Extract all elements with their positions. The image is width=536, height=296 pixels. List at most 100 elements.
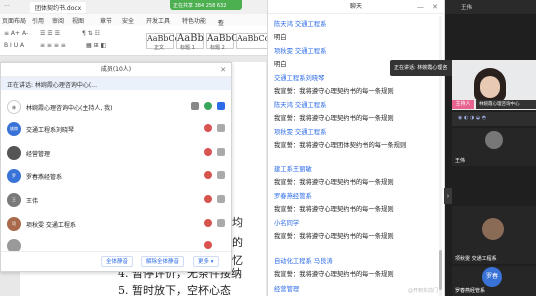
- mic-muted-icon[interactable]: [204, 148, 212, 156]
- avatar: 项: [7, 217, 21, 231]
- chat-message: 我宣誓：我将遵守心理契约书的每一条规则: [274, 271, 394, 278]
- mic-muted-icon[interactable]: [204, 124, 212, 132]
- chat-message: 我宣誓：我将遵守心理契约书的每一条规则: [274, 179, 394, 186]
- document-tab[interactable]: 团体契约书.docx: [30, 2, 87, 13]
- member-name: 王伟: [26, 198, 39, 205]
- members-header: 成员(10人) ✕: [1, 63, 231, 77]
- border-icon[interactable]: ▦ ⊞ ◧: [86, 42, 106, 49]
- menu-layout[interactable]: 页面布局: [2, 16, 26, 25]
- chevron-right-icon[interactable]: ›: [444, 188, 452, 204]
- chat-message: 我宣誓：我将遵守心理契约书的每一条规则: [274, 88, 394, 95]
- gallery-toolbar[interactable]: ◉ ◐ ◑ ◒ ◓: [452, 112, 536, 126]
- member-name: 交通工程系刘晓琴: [26, 127, 75, 134]
- ribbon-menu: 页面布局 引用 审阅 视图 章节 安全 开发工具 特色功能 ⌕查找: [0, 14, 270, 36]
- close-icon[interactable]: ✕: [432, 0, 438, 14]
- camera-off-icon[interactable]: [217, 124, 225, 132]
- gallery-top-label: 王伟: [461, 5, 473, 11]
- chat-sender: 陈天鸿 交通工程系: [274, 102, 327, 109]
- chat-sender: 建工系王丽敏: [274, 166, 312, 173]
- camera-off-icon[interactable]: [217, 219, 225, 227]
- avatar: 王: [7, 193, 21, 207]
- avatar: [485, 131, 503, 149]
- members-title: 成员(10人): [100, 66, 132, 73]
- video-tile[interactable]: 项秋雯 交通工程系: [452, 206, 536, 264]
- doc-side-char-2: 的: [232, 236, 243, 249]
- member-name: 经营管理: [26, 151, 51, 158]
- mic-muted-icon[interactable]: [204, 219, 212, 227]
- minimize-icon[interactable]: —: [417, 0, 424, 14]
- screen-share-icon[interactable]: [191, 102, 199, 110]
- menu-features[interactable]: 特色功能: [182, 16, 206, 25]
- camera-off-icon[interactable]: [217, 195, 225, 203]
- avatar: [482, 218, 504, 240]
- video-tile[interactable]: 王伟: [452, 128, 536, 166]
- member-row[interactable]: 经营管理: [1, 142, 231, 164]
- more-button[interactable]: 更多 ▾: [193, 256, 219, 267]
- tile-name: 罗春燕经管系: [455, 288, 486, 294]
- list-icon[interactable]: ☰ ☰ ☰: [40, 30, 60, 37]
- toolbar-icons[interactable]: ◉ ◐ ◑ ◒ ◓: [458, 115, 486, 121]
- share-indicator[interactable]: 正在共享 384 258 632: [170, 0, 242, 10]
- host-tag: 主持人: [452, 100, 474, 109]
- mute-all-button[interactable]: 全体静音: [101, 256, 134, 267]
- member-row[interactable]: 罗 罗春燕经管系: [1, 165, 231, 187]
- chat-sender: 项秋雯 交通工程系: [274, 48, 327, 55]
- align-icon[interactable]: ≡ ≡ ≡ ≡: [40, 42, 66, 49]
- chat-sender: 交通工程系刘晓琴: [274, 75, 325, 82]
- member-row[interactable]: 姚赫 交通工程系刘晓琴: [1, 118, 231, 140]
- chat-message: 明白: [274, 61, 287, 68]
- font-format-icon[interactable]: B I U A: [4, 42, 24, 49]
- avatar: 姚赫: [7, 122, 21, 136]
- menu-review[interactable]: 审阅: [52, 16, 64, 25]
- close-icon[interactable]: ✕: [220, 63, 226, 77]
- style-normal-label: 正文: [154, 45, 165, 51]
- speaking-tooltip: 正在讲话: 林婉霞心理咨: [390, 60, 460, 76]
- video-tile[interactable]: 罗春 罗春燕经管系: [452, 266, 536, 296]
- member-row[interactable]: 林 林婉霞心理咨询中心(主持人, 我): [1, 96, 231, 118]
- chat-message: 我宣誓：我将遵守心理契约书的每一条规则: [274, 115, 394, 122]
- format-icon[interactable]: ≡ A+ A-: [4, 30, 28, 37]
- paragraph-icon[interactable]: ¶ ⇅ ☷: [82, 30, 100, 37]
- style-heading3[interactable]: AaBbCc: [236, 33, 269, 49]
- avatar: 林: [7, 100, 21, 114]
- chat-message: 明白: [274, 34, 287, 41]
- menu-chapter[interactable]: 章节: [100, 16, 112, 25]
- host-name-bar: 林婉霞心理咨询中心: [476, 100, 536, 109]
- mic-muted-icon[interactable]: [204, 241, 212, 249]
- member-name: 项秋雯 交通工程系: [26, 222, 76, 229]
- gallery-topbar: 王伟: [445, 0, 536, 14]
- avatar: 罗: [7, 169, 21, 183]
- camera-on-icon[interactable]: [217, 102, 225, 110]
- camera-off-icon[interactable]: [217, 148, 225, 156]
- chat-message: 我宣誓：我将遵守心理契约书的每一条规则: [274, 206, 394, 213]
- chat-sender: 小名同学: [274, 220, 300, 227]
- avatar: [7, 146, 21, 160]
- chat-panel: 聊天 — ✕ 陈天鸿 交通工程系 明白 项秋雯 交通工程系 明白 交通工程系刘晓…: [267, 0, 445, 296]
- chat-header: 聊天 — ✕: [268, 0, 444, 14]
- tile-name: 王伟: [455, 158, 466, 164]
- unmute-all-button[interactable]: 解除全体静音: [141, 256, 185, 267]
- mic-on-icon[interactable]: [204, 102, 212, 110]
- person-face: [480, 76, 500, 98]
- avatar: 罗春: [482, 267, 502, 287]
- style-heading2-label: 标题 2: [210, 45, 225, 51]
- camera-off-icon[interactable]: [217, 171, 225, 179]
- chat-title: 聊天: [349, 3, 362, 10]
- chat-sender: 罗春燕经管系: [274, 193, 312, 200]
- mic-muted-icon[interactable]: [204, 195, 212, 203]
- mic-muted-icon[interactable]: [204, 171, 212, 179]
- menu-view[interactable]: 视图: [72, 16, 84, 25]
- chat-message: 我宣誓：我将遵守心理契约书的每一条规则: [274, 233, 394, 240]
- doc-side-char-1: 均: [232, 216, 243, 229]
- member-row[interactable]: 项 项秋雯 交通工程系: [1, 213, 231, 235]
- window-menu-icon[interactable]: ···: [4, 3, 10, 10]
- menu-security[interactable]: 安全: [122, 16, 134, 25]
- chat-scroll-thumb[interactable]: [439, 250, 442, 290]
- menu-reference[interactable]: 引用: [32, 16, 44, 25]
- member-row[interactable]: 王 王伟: [1, 189, 231, 211]
- chat-sender: 经营管理: [274, 286, 300, 293]
- members-panel: 成员(10人) ✕ 正在讲话: 林婉霞心理咨询中心(... 林 林婉霞心理咨询中…: [0, 62, 232, 272]
- menu-devtools[interactable]: 开发工具: [146, 16, 170, 25]
- member-name: 罗春燕经管系: [26, 174, 63, 181]
- doc-line-5: 5. 暂时放下，空杯心态: [118, 284, 231, 296]
